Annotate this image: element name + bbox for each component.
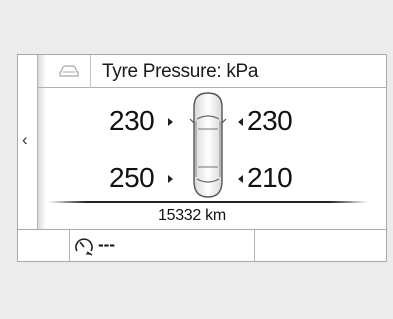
arrow-left-icon	[238, 175, 243, 183]
odometer-reading: 15332 km	[158, 207, 226, 224]
tyre-pressure-front-left: 230	[109, 105, 155, 136]
header-bar: Tyre Pressure: kPa	[38, 55, 386, 88]
speed-limit-value: ---	[98, 235, 115, 254]
header-separator	[90, 55, 91, 88]
speed-limiter-icon	[75, 238, 93, 256]
tyre-pressure-rear-right: 210	[247, 162, 293, 193]
divider-line	[48, 201, 368, 203]
back-button[interactable]: ‹	[18, 55, 38, 229]
car-topview-icon	[189, 92, 227, 198]
chevron-left-icon: ‹	[22, 130, 28, 149]
tyre-pressure-rear-left: 250	[109, 162, 155, 193]
arrow-right-icon	[168, 118, 173, 126]
bottom-bar-separator	[69, 230, 70, 262]
bottom-bar: ---	[18, 229, 386, 262]
arrow-left-icon	[238, 118, 243, 126]
car-icon	[59, 65, 79, 77]
tyre-pressure-front-right: 230	[247, 105, 293, 136]
tyre-pressure-screen: ‹ Tyre Pressure: kPa 230 230 250 210 153…	[17, 54, 387, 262]
arrow-right-icon	[168, 175, 173, 183]
page-title: Tyre Pressure: kPa	[102, 61, 259, 82]
bottom-bar-separator	[254, 230, 255, 262]
